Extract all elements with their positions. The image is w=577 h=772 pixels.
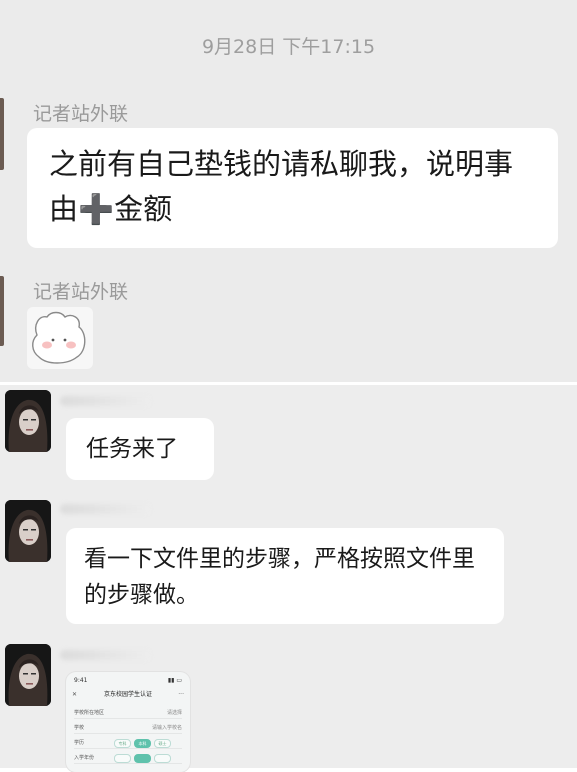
row-label: 学校所在地区 bbox=[74, 710, 105, 716]
more-icon: ··· bbox=[178, 691, 184, 698]
year-chip bbox=[114, 754, 131, 763]
degree-chip: 本科 bbox=[134, 739, 151, 748]
blurred-sender-name bbox=[60, 650, 150, 660]
degree-chips: 专科 本科 硕士 bbox=[114, 739, 174, 749]
message-bubble[interactable]: 看一下文件里的步骤，严格按照文件里的步骤做。 bbox=[66, 528, 504, 624]
avatar[interactable] bbox=[5, 390, 51, 452]
form-row: 学校 请输入学校名 bbox=[74, 723, 182, 734]
year-chip bbox=[154, 754, 171, 763]
blurred-sender-name bbox=[60, 396, 150, 406]
row-value: 请选择 bbox=[166, 710, 182, 716]
image-attachment[interactable]: 9:41 ▮▮ ▭ ✕ 京东校园学生认证 ··· 学校所在地区 请选择 学校 请… bbox=[66, 672, 190, 772]
signal-battery-icon: ▮▮ ▭ bbox=[167, 677, 182, 684]
sender-name: 记者站外联 bbox=[33, 281, 129, 303]
phone-nav-bar: ✕ 京东校园学生认证 ··· bbox=[66, 689, 190, 701]
year-chips bbox=[114, 754, 174, 767]
avatar-edge bbox=[0, 276, 4, 346]
bunny-sticker[interactable] bbox=[27, 307, 93, 369]
row-label: 学历 bbox=[74, 740, 85, 746]
message-timestamp: 9月28日 下午17:15 bbox=[201, 36, 376, 58]
message-text: 看一下文件里的步骤，严格按照文件里的步骤做。 bbox=[84, 546, 475, 608]
degree-chip: 专科 bbox=[114, 739, 131, 748]
row-label: 学校 bbox=[74, 725, 85, 731]
row-label: 入学年份 bbox=[74, 755, 95, 761]
message-bubble[interactable]: 任务来了 bbox=[66, 418, 214, 480]
blurred-sender-name bbox=[60, 504, 150, 514]
avatar[interactable] bbox=[5, 644, 51, 706]
avatar-edge bbox=[0, 98, 4, 170]
row-value: 请输入学校名 bbox=[151, 725, 182, 731]
form-row: 学历 专科 本科 硕士 bbox=[74, 738, 182, 749]
message-text: 之前有自己垫钱的请私聊我，说明事由➕金额 bbox=[49, 147, 514, 226]
chat-screenshot-top: 9月28日 下午17:15 记者站外联 之前有自己垫钱的请私聊我，说明事由➕金额… bbox=[0, 0, 577, 382]
avatar[interactable] bbox=[5, 500, 51, 562]
degree-chip: 硕士 bbox=[154, 739, 171, 748]
message-bubble[interactable]: 之前有自己垫钱的请私聊我，说明事由➕金额 bbox=[27, 128, 558, 248]
sender-name: 记者站外联 bbox=[33, 103, 129, 125]
close-icon: ✕ bbox=[72, 691, 78, 698]
form-row: 学校所在地区 请选择 bbox=[74, 708, 182, 719]
year-chip bbox=[134, 754, 151, 763]
phone-title: 京东校园学生认证 bbox=[103, 691, 152, 698]
message-text: 任务来了 bbox=[86, 436, 178, 462]
form-row: 入学年份 bbox=[74, 753, 182, 764]
phone-status-time: 9:41 bbox=[74, 677, 88, 684]
